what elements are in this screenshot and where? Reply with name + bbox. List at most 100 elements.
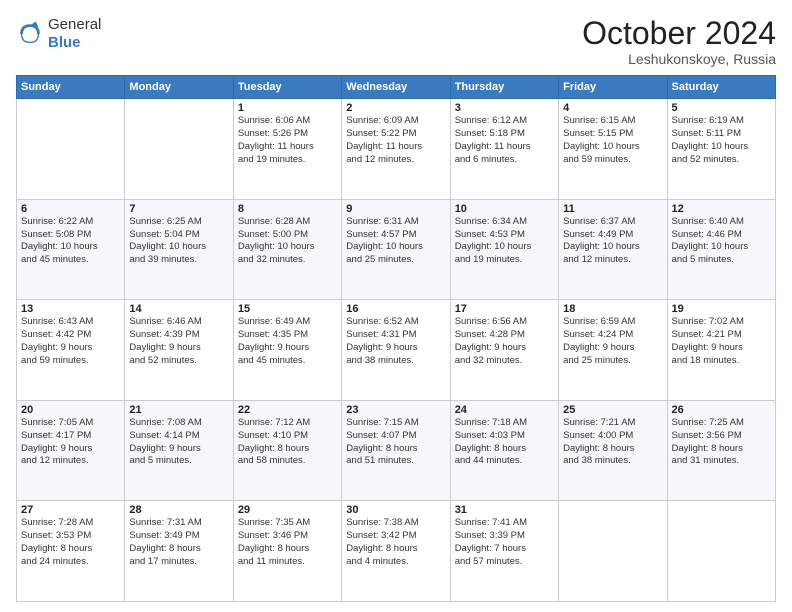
day-number: 29	[238, 504, 337, 516]
day-info-line: Daylight: 9 hours	[238, 342, 337, 355]
day-info-line: Sunrise: 7:25 AM	[672, 417, 771, 430]
day-info-line: Daylight: 10 hours	[672, 241, 771, 254]
day-info-line: Daylight: 10 hours	[238, 241, 337, 254]
day-cell	[559, 501, 667, 602]
day-info-line: Daylight: 9 hours	[455, 342, 554, 355]
week-row-2: 6Sunrise: 6:22 AMSunset: 5:08 PMDaylight…	[17, 199, 776, 300]
day-cell: 29Sunrise: 7:35 AMSunset: 3:46 PMDayligh…	[233, 501, 341, 602]
day-info-line: Sunrise: 6:22 AM	[21, 216, 120, 229]
day-info-line: Daylight: 10 hours	[672, 141, 771, 154]
day-info-line: Sunset: 5:18 PM	[455, 128, 554, 141]
day-info-line: Sunrise: 7:12 AM	[238, 417, 337, 430]
day-cell: 6Sunrise: 6:22 AMSunset: 5:08 PMDaylight…	[17, 199, 125, 300]
day-info-line: Daylight: 11 hours	[238, 141, 337, 154]
day-cell: 25Sunrise: 7:21 AMSunset: 4:00 PMDayligh…	[559, 400, 667, 501]
day-info-line: Sunrise: 6:31 AM	[346, 216, 445, 229]
day-number: 9	[346, 203, 445, 215]
day-info-line: and 59 minutes.	[563, 154, 662, 167]
day-number: 5	[672, 102, 771, 114]
weekday-header-monday: Monday	[125, 76, 233, 99]
day-info-line: and 57 minutes.	[455, 556, 554, 569]
day-info-line: and 32 minutes.	[455, 355, 554, 368]
day-info-line: Sunrise: 7:15 AM	[346, 417, 445, 430]
day-number: 18	[563, 303, 662, 315]
day-info-line: Daylight: 11 hours	[346, 141, 445, 154]
day-info-line: Daylight: 10 hours	[563, 141, 662, 154]
day-info-line: Sunset: 5:26 PM	[238, 128, 337, 141]
day-info-line: Sunrise: 6:06 AM	[238, 115, 337, 128]
day-info-line: Sunset: 4:24 PM	[563, 329, 662, 342]
day-info-line: Daylight: 10 hours	[455, 241, 554, 254]
day-info-line: Sunrise: 6:12 AM	[455, 115, 554, 128]
day-info-line: Sunrise: 7:05 AM	[21, 417, 120, 430]
day-info-line: and 52 minutes.	[672, 154, 771, 167]
day-cell: 3Sunrise: 6:12 AMSunset: 5:18 PMDaylight…	[450, 99, 558, 200]
day-number: 15	[238, 303, 337, 315]
day-cell: 18Sunrise: 6:59 AMSunset: 4:24 PMDayligh…	[559, 300, 667, 401]
day-info-line: Daylight: 8 hours	[672, 443, 771, 456]
day-info-line: and 25 minutes.	[346, 254, 445, 267]
calendar-table: SundayMondayTuesdayWednesdayThursdayFrid…	[16, 75, 776, 602]
day-info-line: Daylight: 8 hours	[129, 543, 228, 556]
logo-text: General Blue	[48, 16, 101, 52]
day-number: 20	[21, 404, 120, 416]
day-info-line: Daylight: 8 hours	[563, 443, 662, 456]
week-row-3: 13Sunrise: 6:43 AMSunset: 4:42 PMDayligh…	[17, 300, 776, 401]
day-number: 23	[346, 404, 445, 416]
day-number: 25	[563, 404, 662, 416]
day-info-line: and 19 minutes.	[455, 254, 554, 267]
weekday-header-row: SundayMondayTuesdayWednesdayThursdayFrid…	[17, 76, 776, 99]
day-info-line: Sunset: 5:22 PM	[346, 128, 445, 141]
day-info-line: Sunset: 4:10 PM	[238, 430, 337, 443]
week-row-4: 20Sunrise: 7:05 AMSunset: 4:17 PM Dayligh…	[17, 400, 776, 501]
day-info-line: Sunset: 3:46 PM	[238, 530, 337, 543]
logo-general: General	[48, 16, 101, 33]
day-info-line: Daylight: 10 hours	[21, 241, 120, 254]
location: Leshukonskoye, Russia	[582, 51, 776, 67]
day-info-line: Sunrise: 6:28 AM	[238, 216, 337, 229]
day-info-line: Sunset: 5:00 PM	[238, 229, 337, 242]
day-info-line: and 44 minutes.	[455, 455, 554, 468]
title-block: October 2024 Leshukonskoye, Russia	[582, 16, 776, 67]
day-info-line: Sunset: 5:04 PM	[129, 229, 228, 242]
day-info-line: Sunrise: 7:28 AM	[21, 517, 120, 530]
day-number: 7	[129, 203, 228, 215]
day-cell: 11Sunrise: 6:37 AMSunset: 4:49 PMDayligh…	[559, 199, 667, 300]
day-info-line: Sunset: 4:17 PM	[21, 430, 120, 443]
day-number: 11	[563, 203, 662, 215]
weekday-header-thursday: Thursday	[450, 76, 558, 99]
day-info-line: and 39 minutes.	[129, 254, 228, 267]
day-info-line: Sunrise: 7:41 AM	[455, 517, 554, 530]
day-info-line: and 51 minutes.	[346, 455, 445, 468]
day-info-line: Sunrise: 6:49 AM	[238, 316, 337, 329]
day-info-line: Daylight: 9 hours	[563, 342, 662, 355]
day-info-line: and 11 minutes.	[238, 556, 337, 569]
day-cell: 20Sunrise: 7:05 AMSunset: 4:17 PMDayligh…	[17, 400, 125, 501]
day-info-line: and 12 minutes.	[563, 254, 662, 267]
day-info-line: Sunrise: 7:18 AM	[455, 417, 554, 430]
day-cell: 9Sunrise: 6:31 AMSunset: 4:57 PMDaylight…	[342, 199, 450, 300]
day-cell: 5Sunrise: 6:19 AMSunset: 5:11 PMDaylight…	[667, 99, 775, 200]
day-info-line: Daylight: 8 hours	[455, 443, 554, 456]
day-cell: 23Sunrise: 7:15 AMSunset: 4:07 PMDayligh…	[342, 400, 450, 501]
day-info-line: and 12 minutes.	[21, 455, 120, 468]
day-info-line: Sunset: 4:21 PM	[672, 329, 771, 342]
day-info-line: and 17 minutes.	[129, 556, 228, 569]
day-number: 22	[238, 404, 337, 416]
day-info-line: Sunset: 5:15 PM	[563, 128, 662, 141]
day-info-line: Sunrise: 7:35 AM	[238, 517, 337, 530]
day-cell: 15Sunrise: 6:49 AMSunset: 4:35 PMDayligh…	[233, 300, 341, 401]
day-info-line: Daylight: 8 hours	[346, 443, 445, 456]
day-number: 13	[21, 303, 120, 315]
day-number: 10	[455, 203, 554, 215]
day-info-line: Sunrise: 6:52 AM	[346, 316, 445, 329]
day-cell: 8Sunrise: 6:28 AMSunset: 5:00 PMDaylight…	[233, 199, 341, 300]
day-number: 24	[455, 404, 554, 416]
day-info-line: Sunrise: 6:37 AM	[563, 216, 662, 229]
day-info-line: Sunrise: 7:31 AM	[129, 517, 228, 530]
day-info-line: Sunset: 4:00 PM	[563, 430, 662, 443]
day-number: 3	[455, 102, 554, 114]
day-info-line: Daylight: 8 hours	[346, 543, 445, 556]
day-info-line: Sunrise: 6:19 AM	[672, 115, 771, 128]
day-number: 16	[346, 303, 445, 315]
